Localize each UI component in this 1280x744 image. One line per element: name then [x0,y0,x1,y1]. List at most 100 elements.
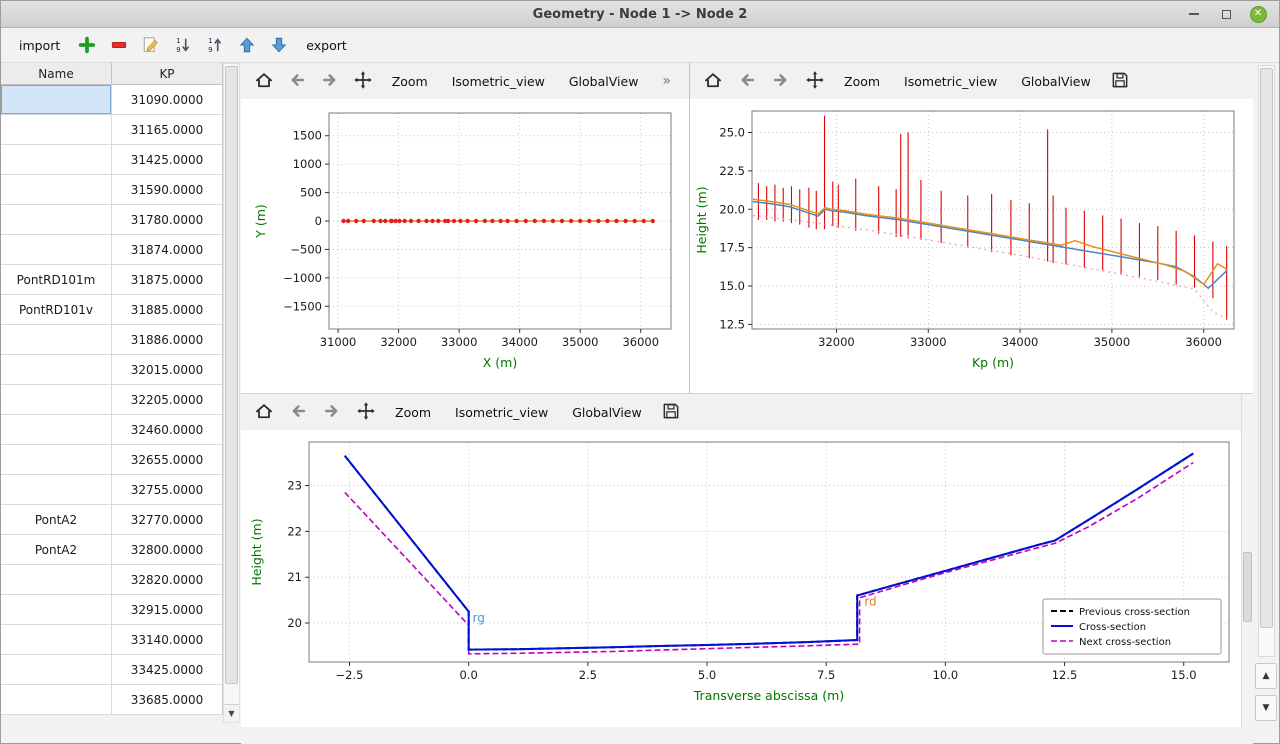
sort-descending-button[interactable]: 19 [170,32,196,58]
globalview-button[interactable]: GlobalView [1011,67,1101,95]
name-cell[interactable] [1,235,112,264]
name-cell[interactable] [1,655,112,684]
move-down-button[interactable] [266,32,292,58]
pan-button[interactable] [351,398,381,426]
maximize-button[interactable] [1217,5,1235,23]
xy-figure[interactable]: 310003200033000340003500036000−1500−1000… [241,99,689,393]
kp-cell[interactable]: 33685.0000 [112,685,222,714]
kp-cell[interactable]: 31885.0000 [112,295,222,324]
main-vertical-scrollbar-thumb[interactable] [1260,68,1273,628]
zoom-button[interactable]: Zoom [382,67,438,95]
isometric-view-button[interactable]: Isometric_view [445,398,558,426]
home-button[interactable] [249,398,279,426]
kp-cell[interactable]: 32655.0000 [112,445,222,474]
kp-cell[interactable]: 31090.0000 [112,85,222,114]
kp-cell[interactable]: 32015.0000 [112,355,222,384]
forward-button[interactable] [766,67,796,95]
name-cell[interactable] [1,685,112,714]
table-row[interactable]: 32015.0000 [1,355,222,385]
name-cell[interactable] [1,445,112,474]
save-figure-button[interactable] [656,398,686,426]
forward-button[interactable] [315,67,344,95]
kp-cell[interactable]: 31886.0000 [112,325,222,354]
table-scroll-down-button[interactable]: ▼ [224,704,239,722]
globalview-button[interactable]: GlobalView [562,398,652,426]
kp-cell[interactable]: 31875.0000 [112,265,222,294]
table-row[interactable]: 32460.0000 [1,415,222,445]
back-button[interactable] [283,398,313,426]
name-cell[interactable] [1,145,112,174]
move-up-button[interactable] [234,32,260,58]
table-scrollbar-thumb[interactable] [225,66,238,684]
name-cell[interactable]: PontA2 [1,505,112,534]
isometric-view-button[interactable]: Isometric_view [442,67,555,95]
kp-cell[interactable]: 33140.0000 [112,625,222,654]
kp-cell[interactable]: 32460.0000 [112,415,222,444]
table-row[interactable]: 32820.0000 [1,565,222,595]
name-cell[interactable] [1,175,112,204]
kp-cell[interactable]: 32755.0000 [112,475,222,504]
name-column-header[interactable]: Name [1,63,112,84]
zoom-button[interactable]: Zoom [834,67,890,95]
name-cell[interactable]: PontA2 [1,535,112,564]
bottom-panel-scrollbar[interactable] [1241,394,1253,727]
profile-chart[interactable]: 320003300034000350003600012.515.017.520.… [690,99,1252,387]
name-cell[interactable] [1,355,112,384]
kp-cell[interactable]: 31780.0000 [112,205,222,234]
table-row[interactable]: 31425.0000 [1,145,222,175]
cross-section-chart[interactable]: rgrd−2.50.02.55.07.510.012.515.020212223… [241,430,1241,724]
table-row[interactable]: 31780.0000 [1,205,222,235]
bottom-panel-scrollbar-thumb[interactable] [1243,552,1252,622]
table-row[interactable]: 31590.0000 [1,175,222,205]
scroll-down-button[interactable]: ▼ [1255,695,1277,721]
name-cell[interactable] [1,595,112,624]
table-row[interactable]: 33425.0000 [1,655,222,685]
name-cell[interactable] [1,625,112,654]
table-row[interactable]: PontA232770.0000 [1,505,222,535]
table-row[interactable]: 32655.0000 [1,445,222,475]
sort-ascending-button[interactable]: 19 [202,32,228,58]
save-figure-button[interactable] [1105,67,1135,95]
pan-button[interactable] [349,67,378,95]
kp-cell[interactable]: 31590.0000 [112,175,222,204]
edit-button[interactable] [138,32,164,58]
pan-button[interactable] [800,67,830,95]
export-button[interactable]: export [298,35,355,56]
table-row[interactable]: 31165.0000 [1,115,222,145]
table-row[interactable]: PontRD101m31875.0000 [1,265,222,295]
name-cell[interactable] [1,565,112,594]
table-row[interactable]: PontRD101v31885.0000 [1,295,222,325]
kp-cell[interactable]: 33425.0000 [112,655,222,684]
kp-column-header[interactable]: KP [112,63,222,84]
kp-cell[interactable]: 31165.0000 [112,115,222,144]
name-cell[interactable] [1,85,112,114]
home-button[interactable] [698,67,728,95]
kp-cell[interactable]: 32205.0000 [112,385,222,414]
close-button[interactable]: ✕ [1249,5,1267,23]
name-cell[interactable] [1,205,112,234]
back-button[interactable] [732,67,762,95]
table-row[interactable]: PontA232800.0000 [1,535,222,565]
home-button[interactable] [249,67,278,95]
table-row[interactable]: 31886.0000 [1,325,222,355]
kp-cell[interactable]: 32800.0000 [112,535,222,564]
globalview-button[interactable]: GlobalView [559,67,649,95]
table-row[interactable]: 31090.0000 [1,85,222,115]
toolbar-overflow-button[interactable]: » [652,67,681,95]
xy-chart[interactable]: 310003200033000340003500036000−1500−1000… [241,99,687,387]
add-row-button[interactable] [74,32,100,58]
scroll-up-button[interactable]: ▲ [1255,663,1277,689]
table-row[interactable]: 33140.0000 [1,625,222,655]
cross-section-figure[interactable]: rgrd−2.50.02.55.07.510.012.515.020212223… [241,430,1241,727]
name-cell[interactable]: PontRD101v [1,295,112,324]
profile-figure[interactable]: 320003300034000350003600012.515.017.520.… [690,99,1253,393]
kp-cell[interactable]: 31874.0000 [112,235,222,264]
import-button[interactable]: import [11,35,68,56]
name-cell[interactable] [1,475,112,504]
name-cell[interactable] [1,115,112,144]
remove-row-button[interactable] [106,32,132,58]
name-cell[interactable]: PontRD101m [1,265,112,294]
kp-cell[interactable]: 32820.0000 [112,565,222,594]
name-cell[interactable] [1,325,112,354]
table-row[interactable]: 31874.0000 [1,235,222,265]
